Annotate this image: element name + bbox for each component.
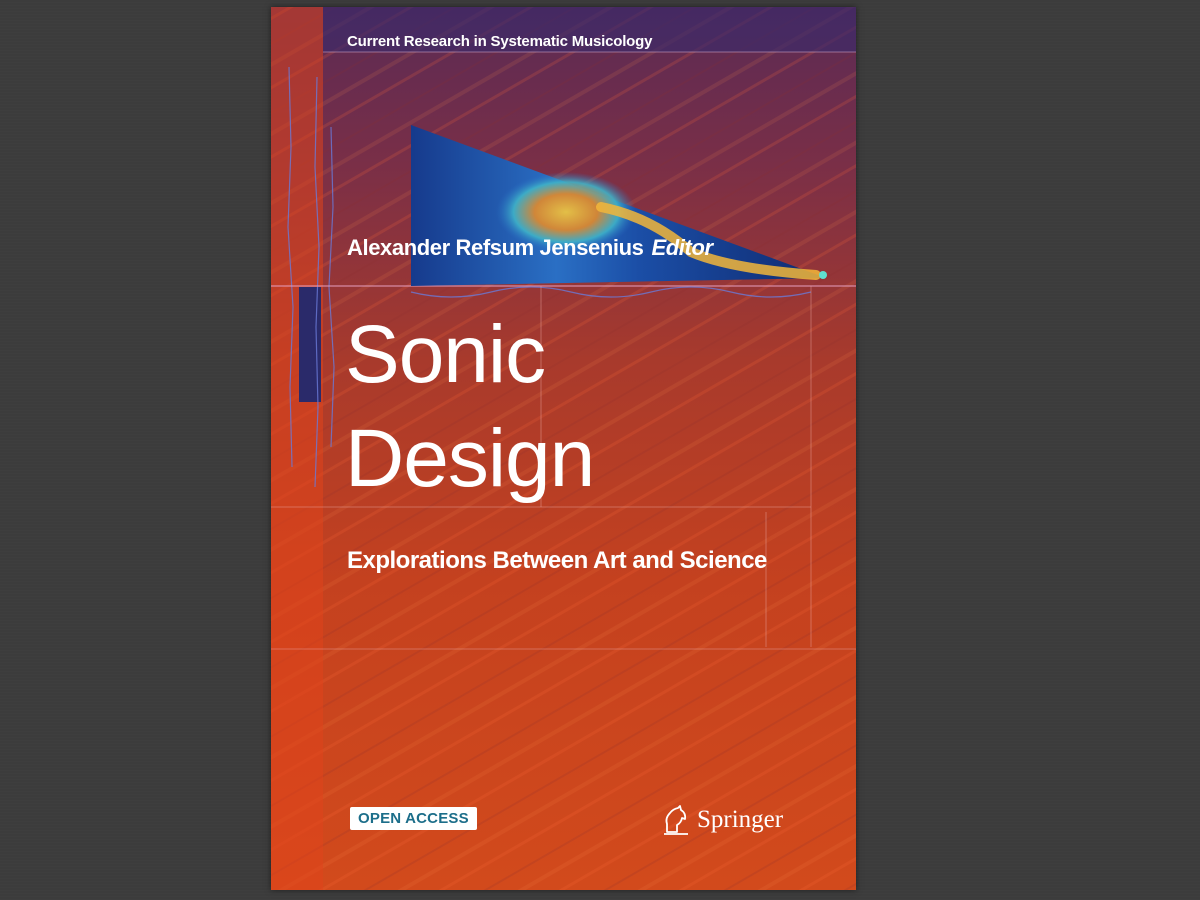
springer-horse-icon [664,805,688,835]
book-cover: Current Research in Systematic Musicolog… [271,7,856,890]
title-line-2: Design [345,413,595,504]
publisher-name: Springer [697,806,784,833]
open-access-badge: OPEN ACCESS [350,807,477,830]
book-title: Sonic Design [345,303,595,511]
book-subtitle: Explorations Between Art and Science [347,547,767,574]
document-viewer: Current Research in Systematic Musicolog… [0,0,1200,900]
author-line: Alexander Refsum Jensenius Editor [347,235,713,261]
author-role: Editor [651,235,714,260]
author-name: Alexander Refsum Jensenius [347,235,644,260]
publisher-logo: Springer [661,804,783,836]
series-title: Current Research in Systematic Musicolog… [347,33,653,50]
title-line-1: Sonic [345,309,546,400]
